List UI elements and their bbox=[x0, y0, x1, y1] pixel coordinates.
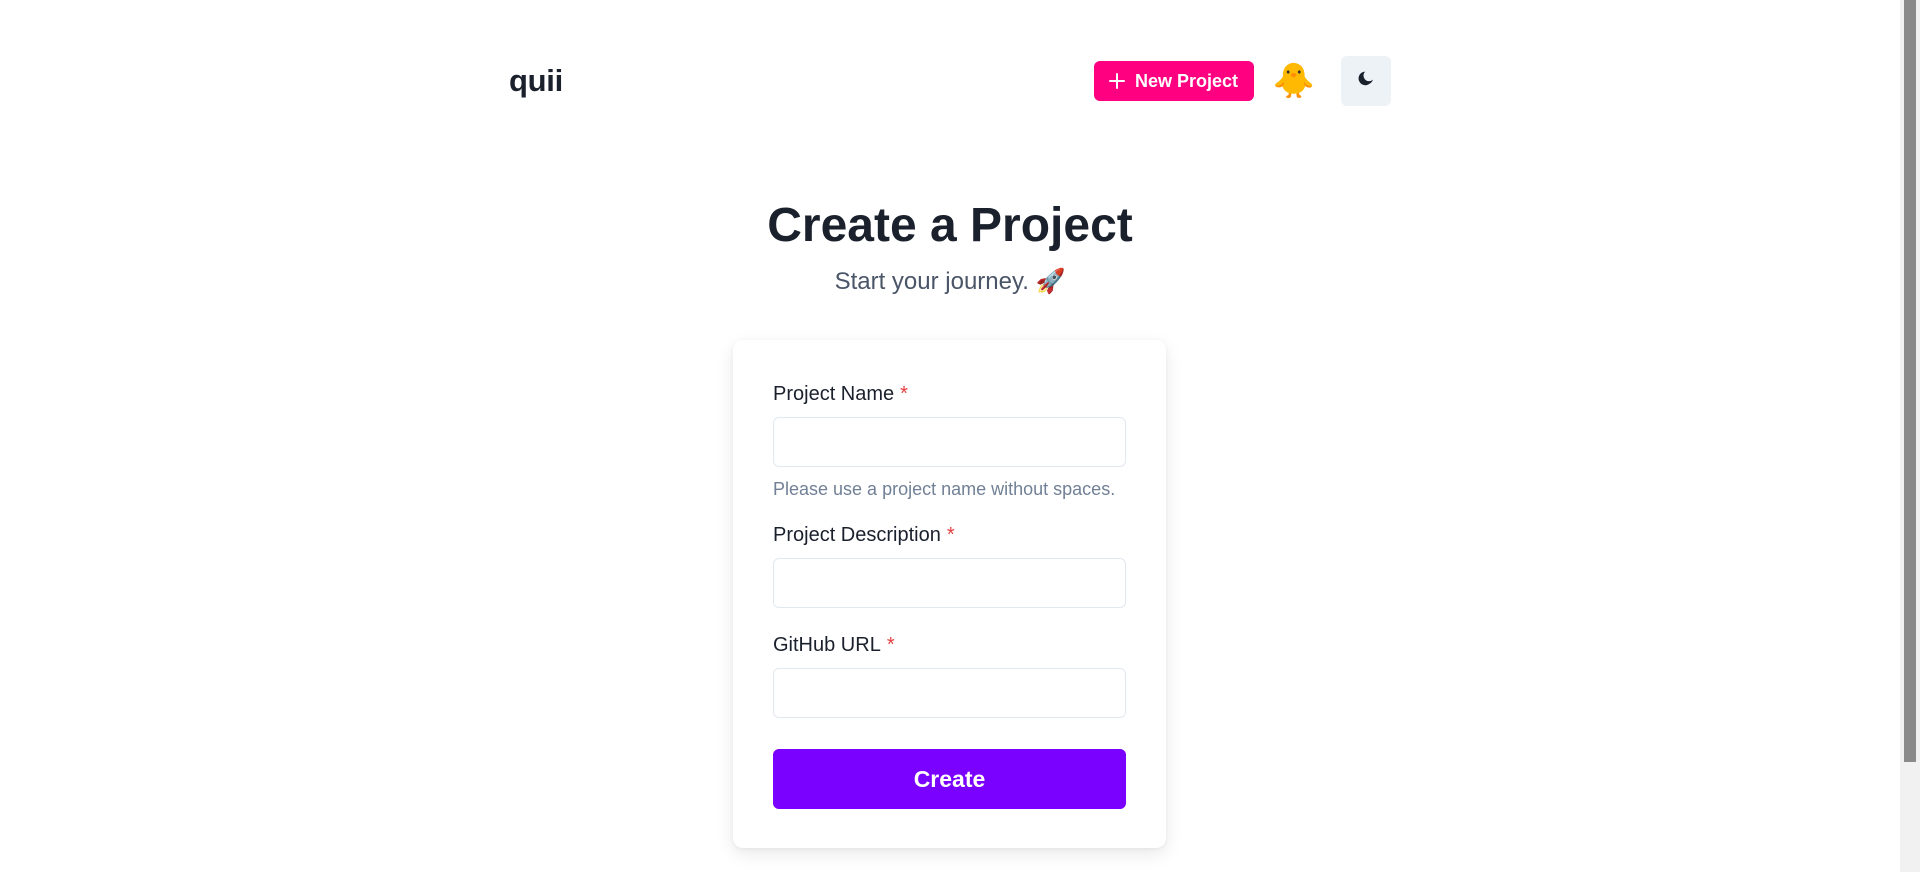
new-project-label: New Project bbox=[1134, 70, 1238, 91]
page-title: Create a Project bbox=[767, 199, 1133, 252]
moon-icon bbox=[1356, 69, 1376, 94]
required-marker: * bbox=[886, 634, 895, 656]
project-description-input[interactable] bbox=[773, 558, 1126, 608]
create-button[interactable]: Create bbox=[773, 749, 1126, 809]
required-marker: * bbox=[900, 383, 908, 405]
github-url-label-text: GitHub URL bbox=[773, 634, 881, 656]
theme-toggle-button[interactable] bbox=[1341, 56, 1391, 106]
project-name-label-text: Project Name bbox=[773, 383, 895, 405]
app-logo[interactable]: quii bbox=[509, 63, 563, 99]
page-subtitle: Start your journey. 🚀 bbox=[834, 268, 1066, 295]
new-project-button[interactable]: New Project bbox=[1093, 61, 1254, 101]
github-url-input[interactable] bbox=[773, 668, 1126, 718]
required-marker: * bbox=[946, 524, 955, 546]
project-name-label: Project Name * bbox=[773, 382, 908, 406]
scrollbar-thumb[interactable] bbox=[1904, 0, 1916, 762]
header-actions: New Project 🐥 bbox=[1093, 56, 1391, 106]
create-project-form: Project Name * Please use a project name … bbox=[733, 340, 1166, 848]
top-navbar: quii New Project 🐥 bbox=[509, 55, 1391, 107]
project-description-label-text: Project Description bbox=[773, 524, 941, 546]
page-scrollbar[interactable] bbox=[1900, 0, 1920, 872]
project-name-input[interactable] bbox=[773, 417, 1126, 467]
page: quii New Project 🐥 Create a Project Star… bbox=[0, 0, 1900, 872]
project-name-helper: Please use a project name without spaces… bbox=[773, 479, 1116, 499]
plus-icon bbox=[1108, 72, 1126, 90]
avatar[interactable]: 🐥 bbox=[1273, 61, 1315, 101]
project-description-label: Project Description * bbox=[773, 523, 955, 547]
github-url-label: GitHub URL * bbox=[773, 633, 895, 657]
